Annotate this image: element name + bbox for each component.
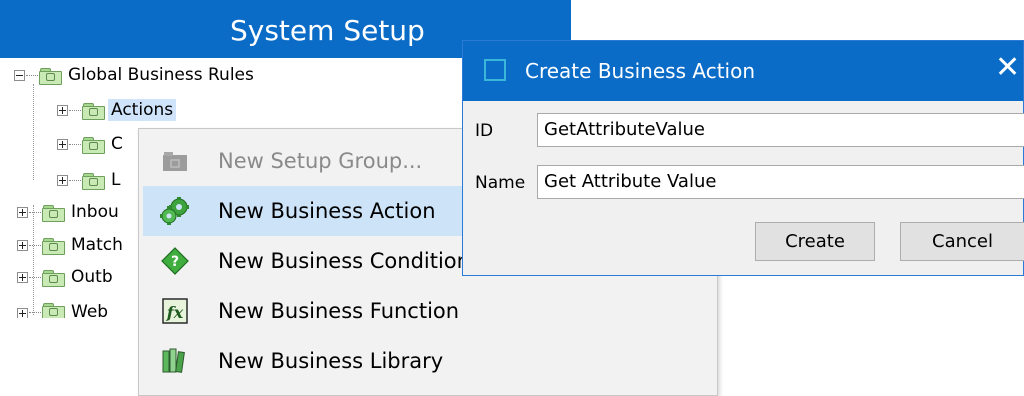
tree-node-global-business-rules[interactable]: Global Business Rules [14, 62, 257, 88]
folder-icon [42, 302, 65, 318]
setup-group-icon [160, 146, 190, 176]
folder-icon [39, 67, 62, 85]
tree-node-inbound[interactable]: Inbou [17, 199, 122, 225]
tree-node-c[interactable]: C [57, 131, 126, 157]
expand-toggle-icon[interactable] [57, 174, 68, 186]
expand-toggle-icon[interactable] [17, 308, 28, 318]
expand-toggle-icon[interactable] [17, 239, 28, 251]
menu-item-label: New Setup Group... [218, 149, 423, 173]
tree-node-label: Match [71, 235, 123, 255]
tree-node-match[interactable]: Match [17, 232, 126, 258]
id-label: ID [475, 121, 494, 141]
menu-item-label: New Business Action [218, 199, 436, 223]
window-icon [484, 59, 506, 81]
condition-diamond-icon: ? [160, 246, 190, 276]
folder-icon [42, 237, 65, 255]
svg-text:fx: fx [166, 303, 184, 322]
tree-node-label: Web [71, 302, 109, 318]
system-setup-title: System Setup [230, 14, 425, 47]
create-button[interactable]: Create [755, 222, 875, 261]
tree-node-label: Global Business Rules [68, 65, 254, 85]
close-icon[interactable]: ✕ [995, 53, 1020, 83]
menu-item-label: New Business Library [218, 349, 444, 373]
folder-icon [82, 102, 105, 120]
function-fx-icon: fx [160, 296, 190, 326]
folder-icon [42, 204, 65, 222]
svg-text:?: ? [171, 254, 179, 270]
tree-node-outbound[interactable]: Outb [17, 264, 116, 290]
dialog-title: Create Business Action [525, 59, 755, 83]
name-field[interactable]: Get Attribute Value [537, 165, 1024, 199]
expand-toggle-icon[interactable] [57, 138, 68, 150]
tree-node-label: Actions [108, 99, 177, 121]
create-business-action-dialog: Create Business Action ✕ ID GetAttribute… [462, 40, 1024, 276]
folder-icon [82, 172, 105, 190]
expand-toggle-icon[interactable] [17, 206, 28, 218]
name-label: Name [475, 173, 526, 193]
menu-item-label: New Business Function [218, 299, 460, 323]
tree-node-l[interactable]: L [57, 167, 123, 193]
tree-node-label: Outb [71, 267, 113, 287]
collapse-toggle-icon[interactable] [14, 69, 25, 81]
id-field[interactable]: GetAttributeValue [537, 113, 1024, 147]
expand-toggle-icon[interactable] [17, 271, 28, 283]
dialog-titlebar[interactable]: Create Business Action ✕ [463, 41, 1023, 101]
menu-item-new-business-library[interactable]: New Business Library [143, 336, 715, 386]
menu-item-label: New Business Condition [218, 249, 470, 273]
menu-item-new-business-function[interactable]: fx New Business Function [143, 286, 715, 336]
cancel-button[interactable]: Cancel [900, 222, 1024, 261]
library-books-icon [160, 346, 190, 376]
tree-node-label: Inbou [71, 202, 119, 222]
folder-icon [82, 136, 105, 154]
expand-toggle-icon[interactable] [57, 104, 68, 116]
folder-icon [42, 269, 65, 287]
gears-icon [160, 196, 190, 226]
tree-node-label: L [111, 170, 121, 190]
tree-node-label: C [111, 134, 123, 154]
tree-node-web[interactable]: Web [17, 298, 111, 318]
tree-node-actions[interactable]: Actions [57, 97, 177, 123]
